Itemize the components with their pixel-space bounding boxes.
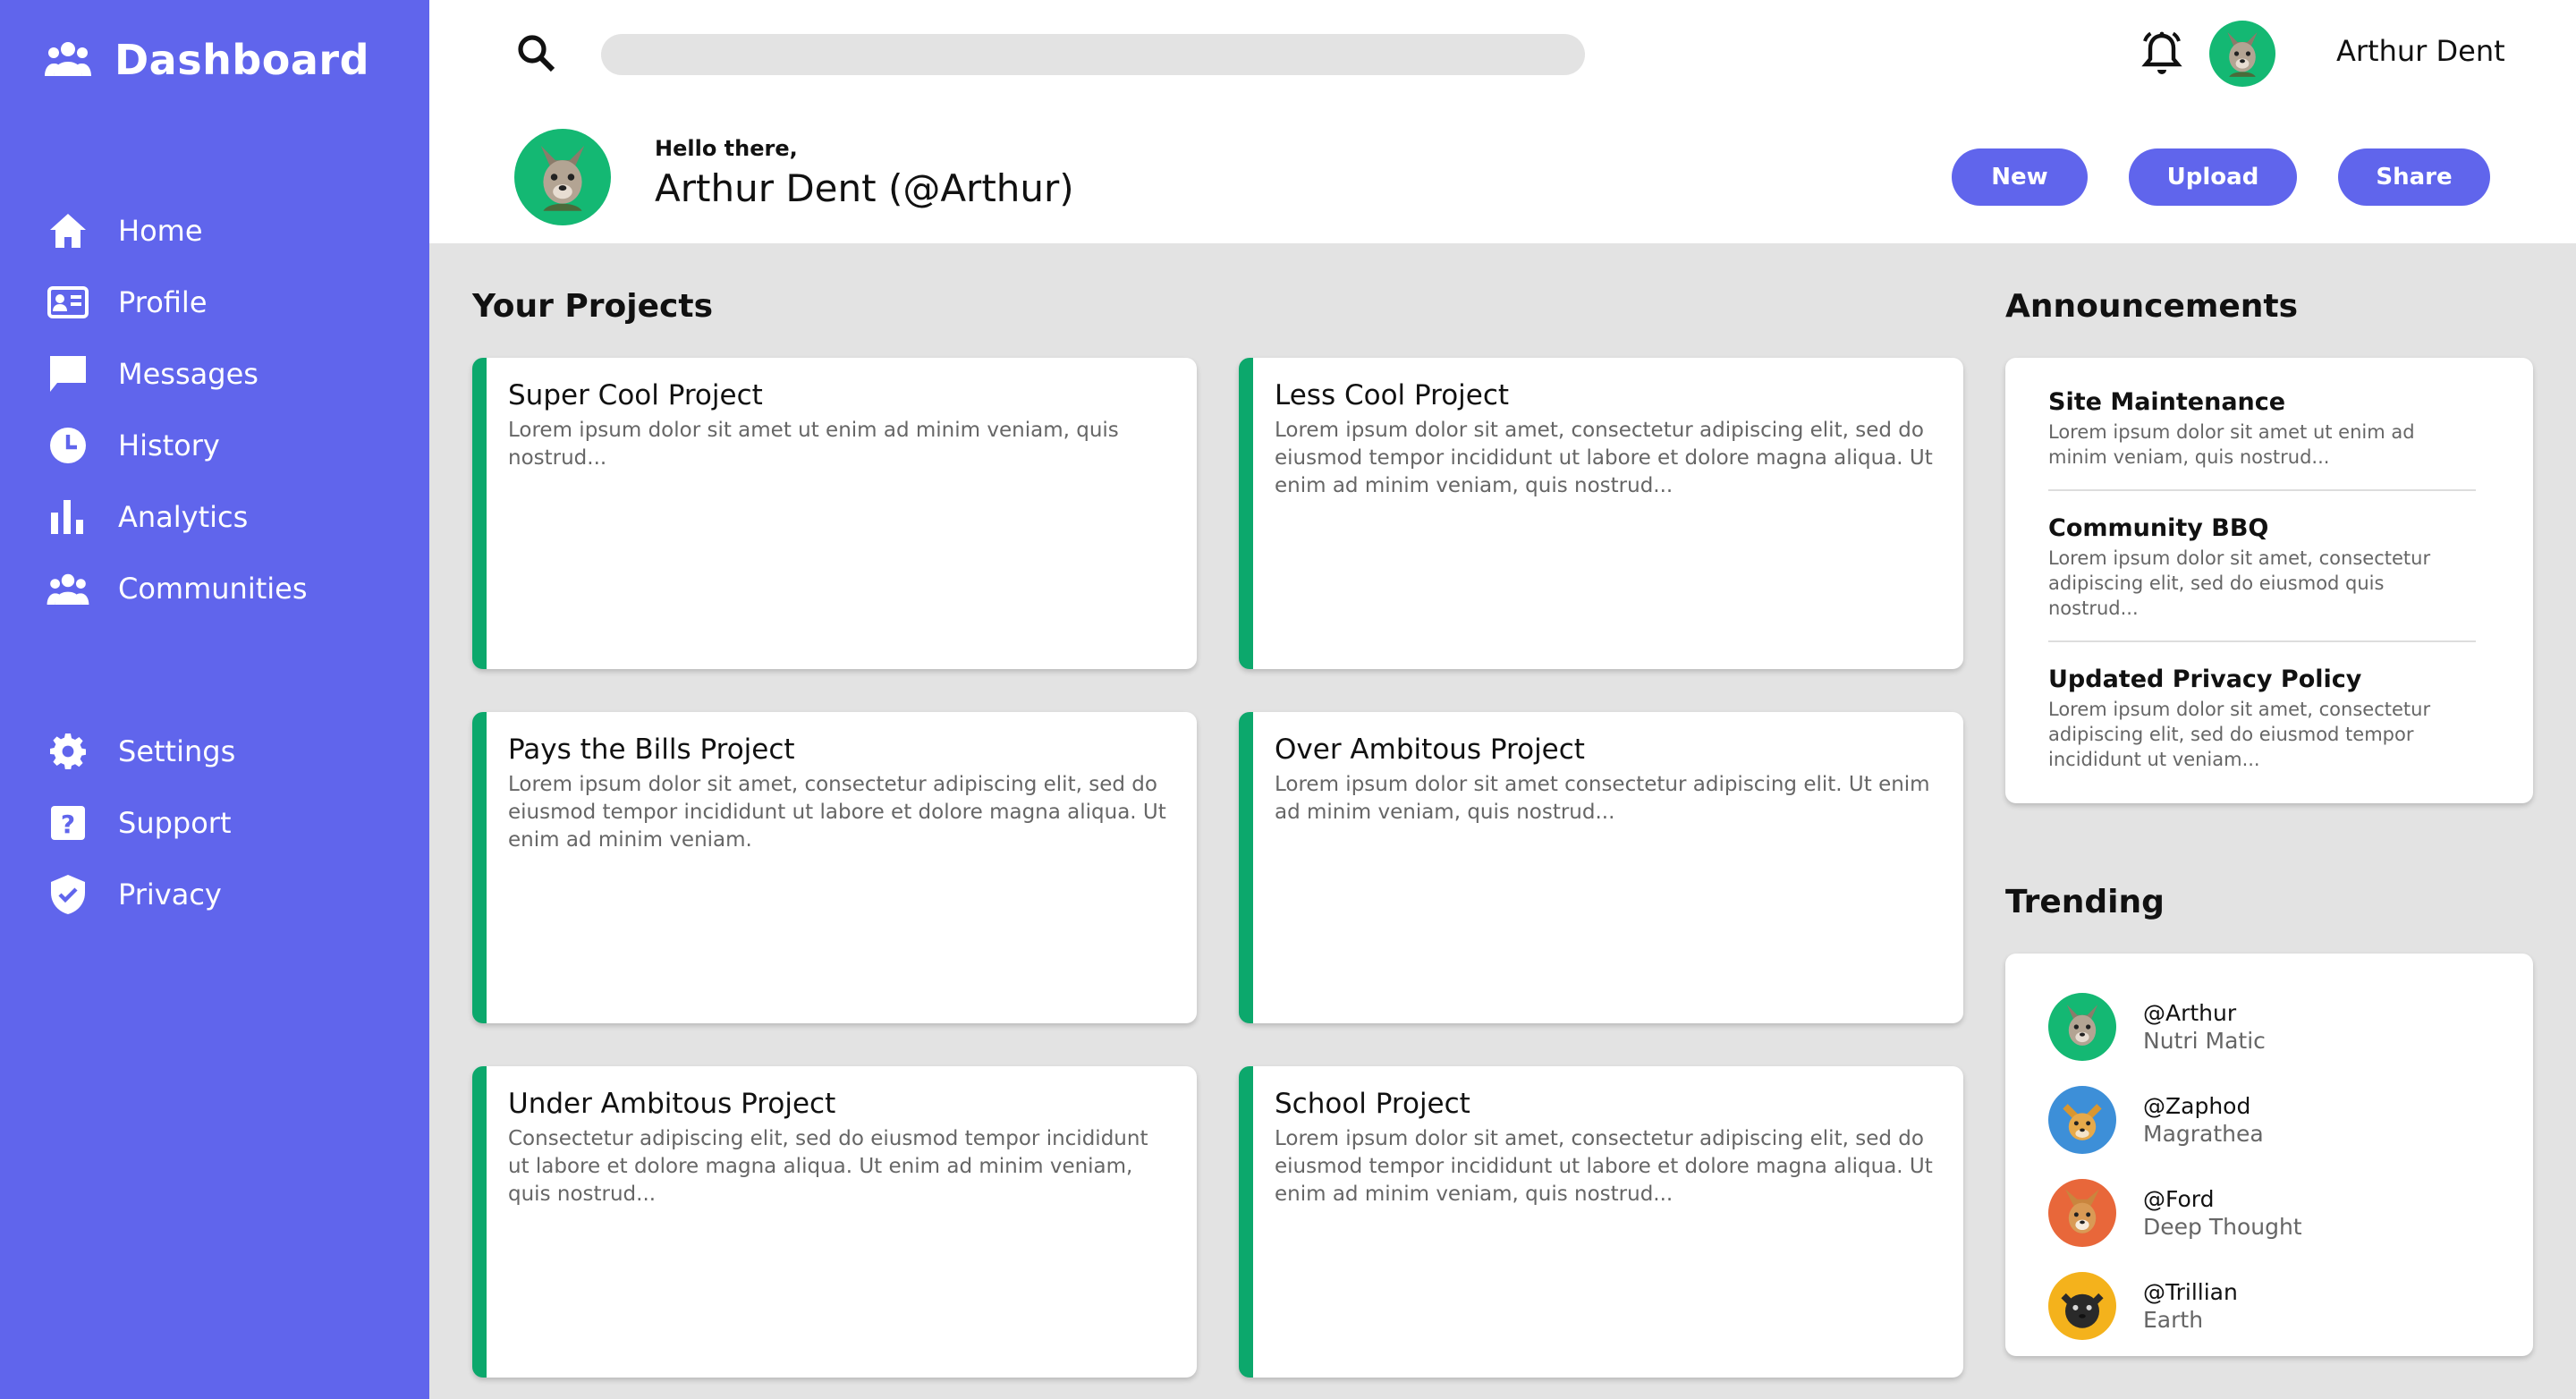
project-description: Lorem ipsum dolor sit amet, consectetur … [1275, 419, 1933, 497]
announcements-title: Announcements [2005, 288, 2299, 325]
announcement-title: Community BBQ [2048, 514, 2269, 542]
sidebar-item-label: Home [118, 214, 203, 248]
announcement-item[interactable]: Updated Privacy Policy Lorem ipsum dolor… [2048, 666, 2476, 792]
trending-panel: @Arthur Nutri Matic @Zaphod Magrathea @F… [2005, 954, 2533, 1356]
search-icon[interactable] [517, 34, 556, 73]
sidebar-item-support[interactable]: ? Support [47, 787, 404, 859]
trending-subtitle: Nutri Matic [2143, 1028, 2266, 1054]
project-card[interactable]: Under Ambitous Project Consectetur adipi… [472, 1066, 1197, 1378]
sidebar-item-label: History [118, 428, 220, 462]
profile-card-icon [47, 281, 89, 324]
trending-subtitle: Deep Thought [2143, 1214, 2302, 1240]
project-title: Over Ambitous Project [1275, 733, 1585, 766]
header: Arthur Dent Hello there, Arthur Dent (@A… [429, 0, 2576, 243]
sidebar-item-label: Messages [118, 357, 258, 391]
trending-handle: @Trillian [2143, 1279, 2238, 1305]
profile-avatar [514, 129, 611, 225]
brand[interactable]: Dashboard [45, 36, 369, 84]
projects-title: Your Projects [472, 288, 714, 325]
trending-handle: @Zaphod [2143, 1093, 2251, 1119]
home-icon [47, 209, 89, 252]
greeting-text: Hello there, [655, 136, 798, 161]
sidebar-item-messages[interactable]: Messages [47, 338, 404, 410]
announcements-panel: Site Maintenance Lorem ipsum dolor sit a… [2005, 358, 2533, 803]
project-description: Lorem ipsum dolor sit amet ut enim ad mi… [508, 419, 1119, 470]
announcement-description: Lorem ipsum dolor sit amet, consectetur … [2048, 547, 2431, 619]
sidebar-nav-main: Home Profile Messages History Analytics … [47, 195, 404, 624]
sidebar-item-analytics[interactable]: Analytics [47, 481, 404, 553]
trending-handle: @Ford [2143, 1186, 2215, 1212]
avatar [2048, 993, 2116, 1061]
announcement-item[interactable]: Site Maintenance Lorem ipsum dolor sit a… [2048, 388, 2476, 491]
avatar [2048, 1272, 2116, 1340]
sidebar-item-home[interactable]: Home [47, 195, 404, 267]
search-input[interactable] [601, 34, 1585, 75]
header-username[interactable]: Arthur Dent [2336, 34, 2505, 68]
project-card[interactable]: Pays the Bills Project Lorem ipsum dolor… [472, 712, 1197, 1023]
sidebar-nav-secondary: Settings ? Support Privacy [47, 716, 404, 930]
avatar [2048, 1086, 2116, 1154]
bell-icon[interactable] [2138, 30, 2186, 79]
people-icon [45, 40, 91, 80]
svg-text:?: ? [61, 810, 75, 839]
new-button[interactable]: New [1952, 148, 2088, 206]
trending-subtitle: Magrathea [2143, 1121, 2264, 1147]
trending-item[interactable]: @Ford Deep Thought [2048, 1166, 2490, 1259]
project-description: Lorem ipsum dolor sit amet consectetur a… [1275, 773, 1930, 824]
sidebar-item-label: Analytics [118, 500, 249, 534]
project-card[interactable]: Less Cool Project Lorem ipsum dolor sit … [1239, 358, 1963, 669]
upload-button[interactable]: Upload [2129, 148, 2297, 206]
project-title: Under Ambitous Project [508, 1088, 836, 1120]
announcement-title: Site Maintenance [2048, 388, 2286, 416]
profile-name: Arthur Dent (@Arthur) [655, 166, 1074, 210]
sidebar-item-label: Support [118, 806, 232, 840]
sidebar-item-label: Privacy [118, 878, 222, 911]
project-card[interactable]: School Project Lorem ipsum dolor sit ame… [1239, 1066, 1963, 1378]
clock-icon [47, 424, 89, 467]
announcement-description: Lorem ipsum dolor sit amet ut enim ad mi… [2048, 421, 2415, 468]
trending-item[interactable]: @Trillian Earth [2048, 1259, 2490, 1352]
project-description: Consectetur adipiscing elit, sed do eius… [508, 1127, 1148, 1206]
trending-title: Trending [2005, 884, 2165, 920]
trending-item[interactable]: @Zaphod Magrathea [2048, 1073, 2490, 1166]
sidebar-item-settings[interactable]: Settings [47, 716, 404, 787]
gear-icon [47, 730, 89, 773]
project-description: Lorem ipsum dolor sit amet, consectetur … [1275, 1127, 1933, 1206]
brand-title: Dashboard [114, 36, 370, 84]
project-card[interactable]: Super Cool Project Lorem ipsum dolor sit… [472, 358, 1197, 669]
project-card[interactable]: Over Ambitous Project Lorem ipsum dolor … [1239, 712, 1963, 1023]
sidebar-item-profile[interactable]: Profile [47, 267, 404, 338]
trending-item[interactable]: @Arthur Nutri Matic [2048, 980, 2490, 1073]
bar-chart-icon [47, 496, 89, 538]
sidebar-item-label: Communities [118, 572, 308, 606]
sidebar-item-communities[interactable]: Communities [47, 553, 404, 624]
announcement-title: Updated Privacy Policy [2048, 666, 2362, 693]
project-title: Less Cool Project [1275, 379, 1510, 411]
help-icon: ? [47, 801, 89, 844]
announcement-item[interactable]: Community BBQ Lorem ipsum dolor sit amet… [2048, 514, 2476, 642]
share-button[interactable]: Share [2338, 148, 2490, 206]
trending-handle: @Arthur [2143, 1000, 2237, 1026]
project-description: Lorem ipsum dolor sit amet, consectetur … [508, 773, 1166, 852]
sidebar-item-label: Settings [118, 734, 236, 768]
message-icon [47, 352, 89, 395]
sidebar-item-privacy[interactable]: Privacy [47, 859, 404, 930]
project-title: Pays the Bills Project [508, 733, 795, 766]
avatar[interactable] [2209, 21, 2275, 87]
sidebar-item-label: Profile [118, 285, 208, 319]
sidebar: Dashboard Home Profile Messages History … [0, 0, 429, 1399]
trending-subtitle: Earth [2143, 1307, 2204, 1333]
announcement-description: Lorem ipsum dolor sit amet, consectetur … [2048, 699, 2431, 770]
avatar [2048, 1179, 2116, 1247]
shield-icon [47, 873, 89, 916]
project-title: Super Cool Project [508, 379, 763, 411]
people-icon [47, 567, 89, 610]
sidebar-item-history[interactable]: History [47, 410, 404, 481]
project-title: School Project [1275, 1088, 1470, 1120]
